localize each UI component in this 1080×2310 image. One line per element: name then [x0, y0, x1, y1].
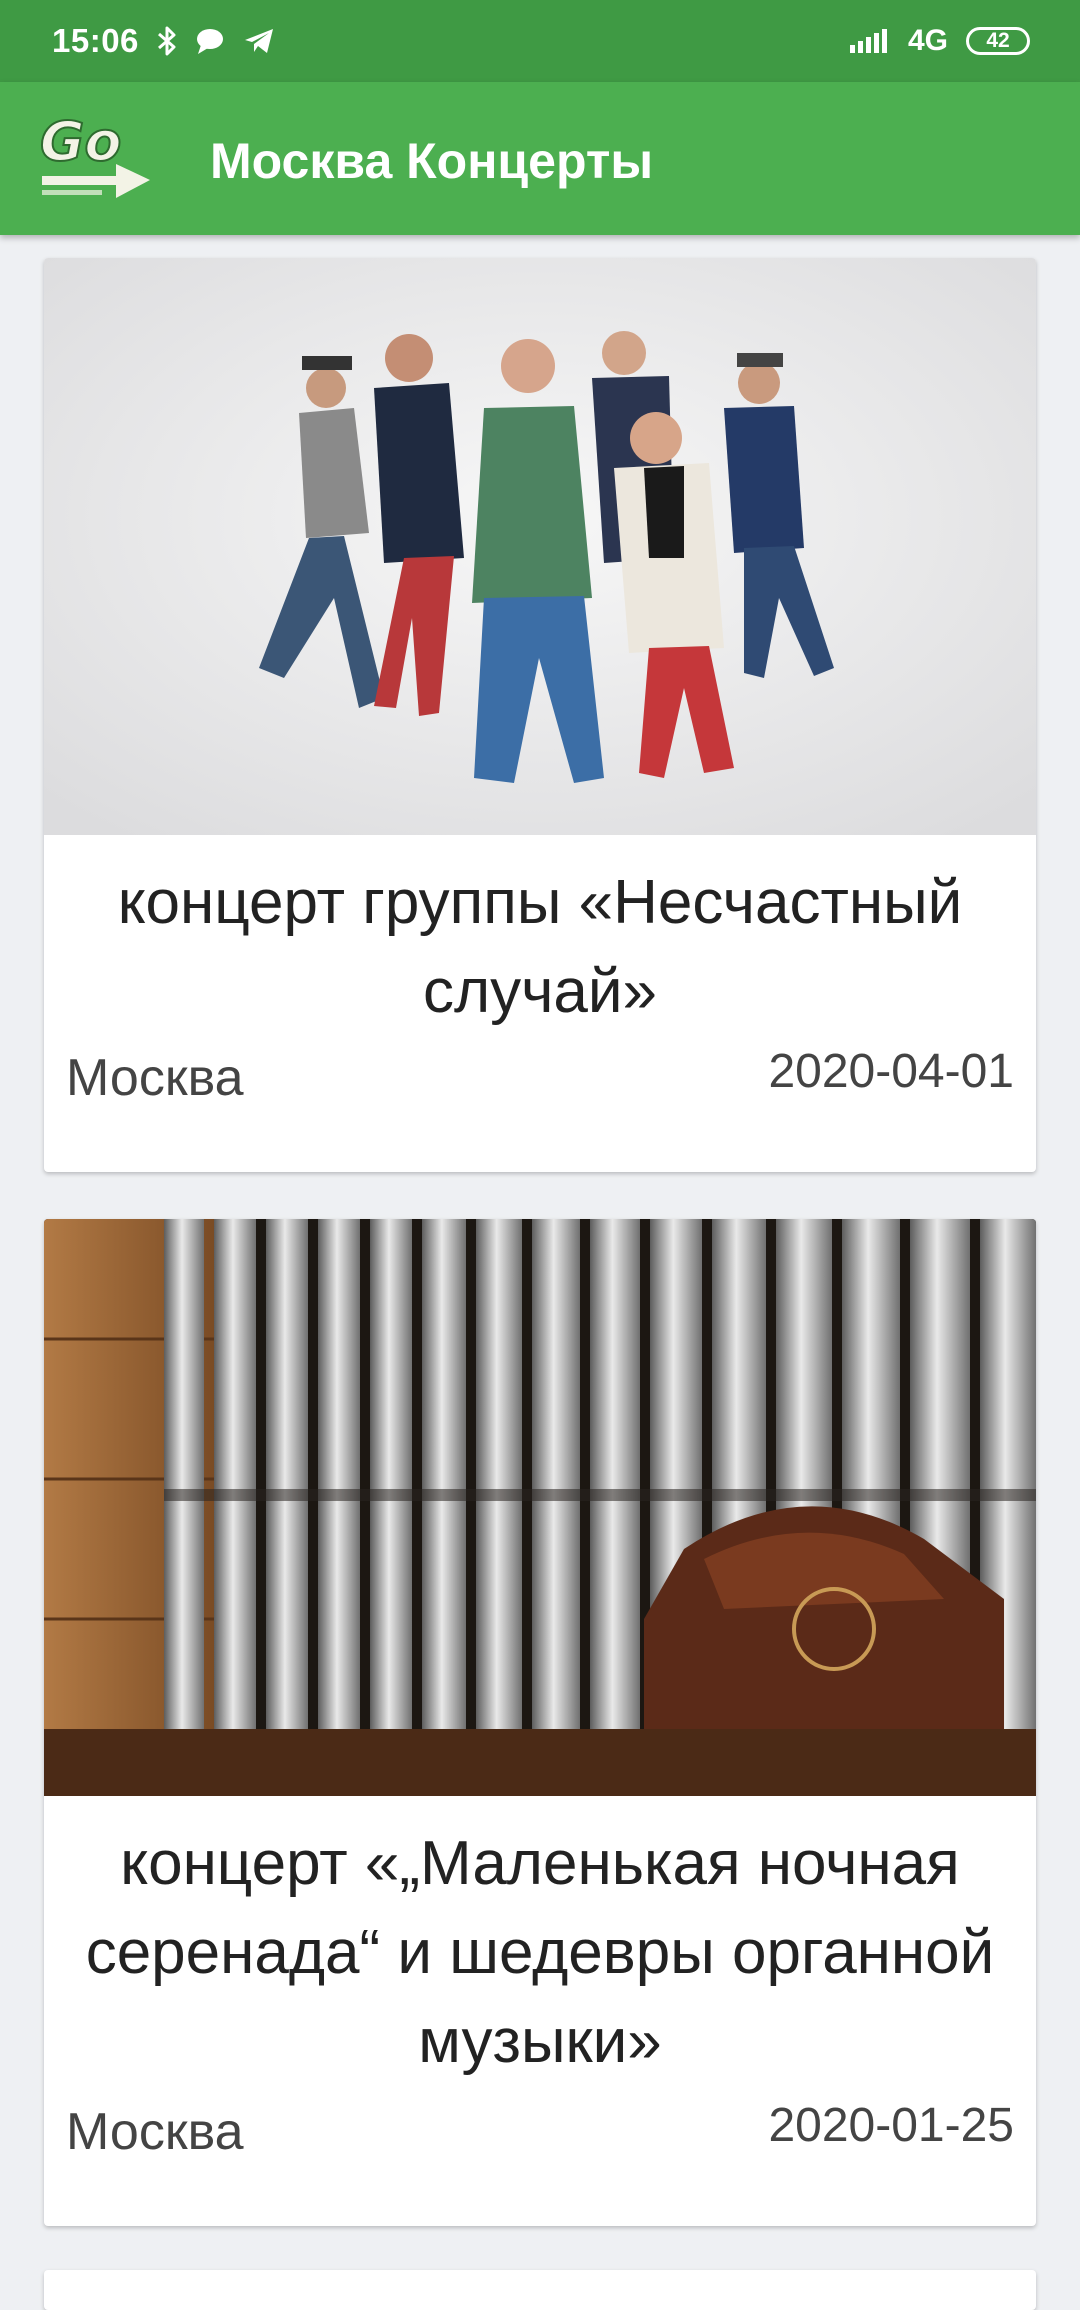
- event-card[interactable]: концерт группы «Несчастный случай» Москв…: [44, 258, 1036, 1172]
- network-type: 4G: [907, 24, 948, 57]
- event-date: 2020-04-01: [768, 1045, 1014, 1098]
- status-bar: 15:06 4G 42: [0, 0, 1080, 82]
- battery-icon: 42: [966, 27, 1030, 55]
- event-date: 2020-01-25: [768, 2099, 1014, 2152]
- event-city: Москва: [66, 2103, 244, 2161]
- svg-text:Go: Go: [40, 110, 121, 173]
- app-bar: Go Москва Концерты: [0, 82, 1080, 235]
- status-bar-left: 15:06: [52, 22, 275, 60]
- battery-level: 42: [986, 29, 1010, 52]
- event-city: Москва: [66, 1049, 244, 1107]
- event-image-band: [44, 258, 1036, 835]
- event-title: концерт «„Маленькая ночная серенада“ и ш…: [85, 1829, 995, 2076]
- event-card[interactable]: [44, 2270, 1036, 2310]
- app-title: Москва Концерты: [210, 133, 654, 189]
- signal-icon: [849, 27, 890, 55]
- event-image-organ: [44, 1219, 1036, 1796]
- event-title: концерт группы «Несчастный случай»: [117, 868, 963, 1026]
- telegram-icon: [243, 27, 275, 55]
- status-bar-right: 4G 42: [849, 24, 1030, 58]
- message-icon: [195, 27, 225, 55]
- status-time: 15:06: [52, 22, 139, 59]
- bluetooth-icon: [157, 25, 177, 57]
- event-card[interactable]: концерт «„Маленькая ночная серенада“ и ш…: [44, 1219, 1036, 2226]
- go-logo-icon[interactable]: Go: [36, 108, 154, 208]
